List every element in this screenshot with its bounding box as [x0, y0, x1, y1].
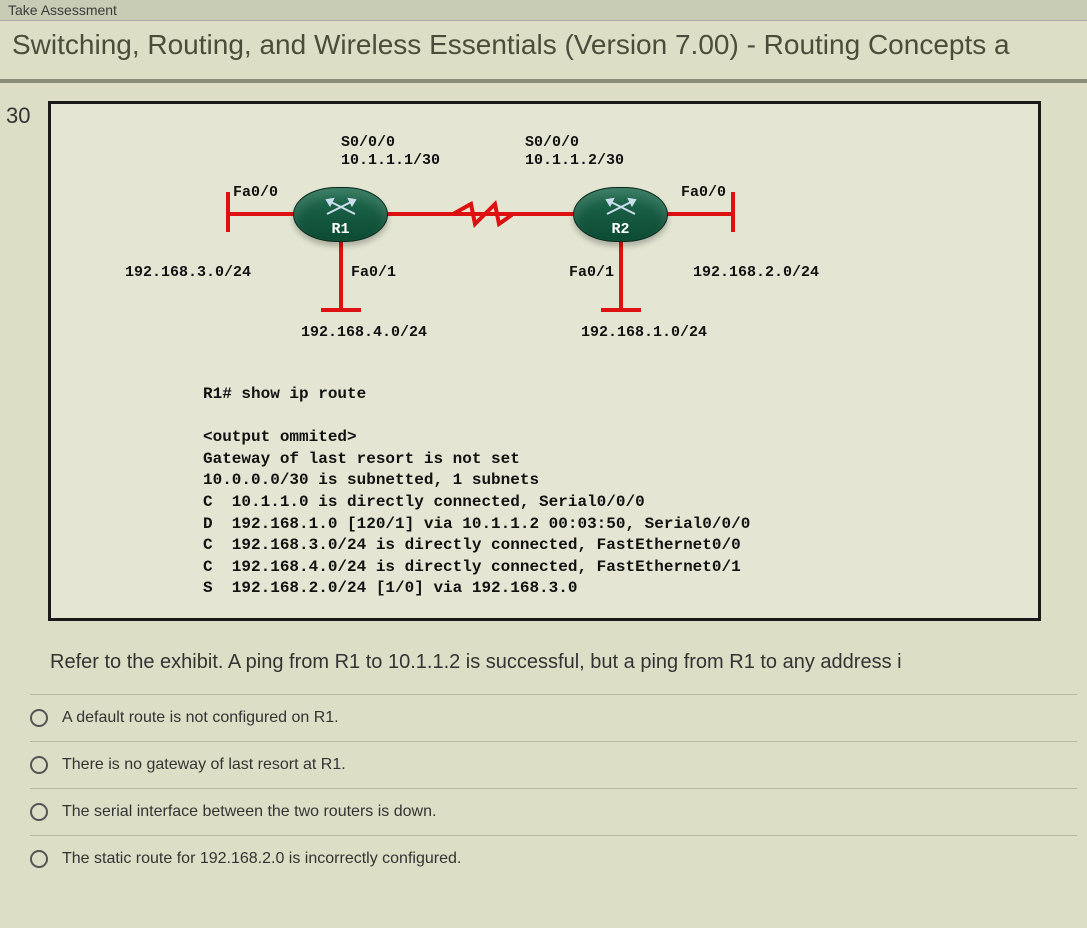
exhibit-box: R1 R2 S0/0/0 10.1.1	[48, 101, 1041, 621]
cli-line: 10.0.0.0/30 is subnetted, 1 subnets	[203, 471, 539, 489]
label-r1-fa00: Fa0/0	[233, 184, 278, 201]
label-r1-s0: S0/0/0	[341, 134, 395, 151]
r1-fa00-link	[228, 212, 298, 216]
router-r1-label: R1	[331, 221, 349, 238]
label-r2-fa01: Fa0/1	[569, 264, 614, 281]
radio-icon	[30, 850, 48, 868]
radio-icon	[30, 709, 48, 727]
r2-fa00-tick	[731, 192, 735, 232]
network-diagram: R1 R2 S0/0/0 10.1.1	[73, 122, 1016, 372]
breadcrumb: Take Assessment	[0, 0, 1087, 21]
r1-fa01-tick	[321, 308, 361, 312]
option-c[interactable]: The serial interface between the two rou…	[30, 788, 1077, 835]
question-number: 30	[6, 101, 48, 621]
label-net-left: 192.168.3.0/24	[125, 264, 251, 281]
option-label: There is no gateway of last resort at R1…	[62, 756, 346, 774]
router-arrows-icon	[601, 194, 641, 220]
cli-line: <output ommited>	[203, 428, 357, 446]
r2-fa01-link	[619, 240, 623, 310]
label-net-r1-down: 192.168.4.0/24	[301, 324, 427, 341]
cli-line: D 192.168.1.0 [120/1] via 10.1.1.2 00:03…	[203, 515, 750, 533]
label-net-r2-down: 192.168.1.0/24	[581, 324, 707, 341]
page-title: Switching, Routing, and Wireless Essenti…	[0, 21, 1087, 83]
label-net-right: 192.168.2.0/24	[693, 264, 819, 281]
label-r2-s0-ip: 10.1.1.2/30	[525, 152, 624, 169]
serial-bolt-icon	[453, 200, 513, 228]
r2-fa01-tick	[601, 308, 641, 312]
cli-line: Gateway of last resort is not set	[203, 450, 520, 468]
option-a[interactable]: A default route is not configured on R1.	[30, 694, 1077, 741]
router-r1: R1	[293, 187, 388, 242]
cli-line: S 192.168.2.0/24 [1/0] via 192.168.3.0	[203, 579, 577, 597]
option-d[interactable]: The static route for 192.168.2.0 is inco…	[30, 835, 1077, 882]
option-label: The static route for 192.168.2.0 is inco…	[62, 850, 461, 868]
radio-icon	[30, 803, 48, 821]
r1-fa01-link	[339, 240, 343, 310]
radio-icon	[30, 756, 48, 774]
r2-fa00-link	[663, 212, 733, 216]
router-arrows-icon	[321, 194, 361, 220]
label-r2-fa00: Fa0/0	[681, 184, 726, 201]
cli-line: C 192.168.3.0/24 is directly connected, …	[203, 536, 741, 554]
label-r2-s0: S0/0/0	[525, 134, 579, 151]
label-r1-s0-ip: 10.1.1.1/30	[341, 152, 440, 169]
label-r1-fa01: Fa0/1	[351, 264, 396, 281]
answer-options: A default route is not configured on R1.…	[0, 684, 1087, 882]
router-r2: R2	[573, 187, 668, 242]
cli-line: R1# show ip route	[203, 385, 366, 403]
question-block: 30 R1	[0, 83, 1087, 621]
cli-line: C 10.1.1.0 is directly connected, Serial…	[203, 493, 645, 511]
r1-fa00-tick	[226, 192, 230, 232]
option-b[interactable]: There is no gateway of last resort at R1…	[30, 741, 1077, 788]
question-stem: Refer to the exhibit. A ping from R1 to …	[0, 621, 1087, 684]
option-label: A default route is not configured on R1.	[62, 709, 339, 727]
router-r2-label: R2	[611, 221, 629, 238]
option-label: The serial interface between the two rou…	[62, 803, 436, 821]
cli-line: C 192.168.4.0/24 is directly connected, …	[203, 558, 741, 576]
cli-output: R1# show ip route <output ommited> Gatew…	[203, 384, 1016, 600]
